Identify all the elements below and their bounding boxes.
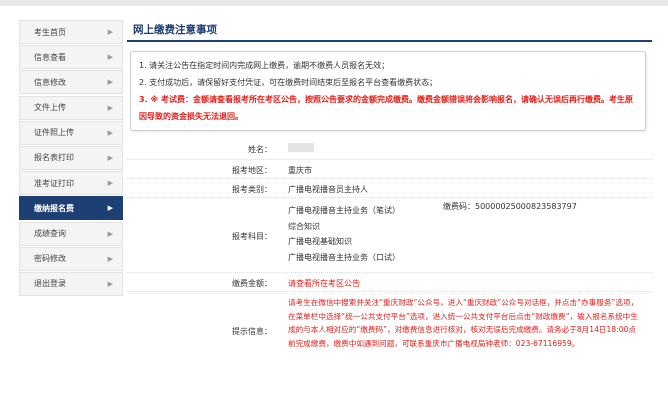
sidebar-nav: 考生首页 ▶ 信息查看 ▶ 信息修改 ▶ 文件上传 ▶ 证件照上传 ▶ 报名表打… <box>19 20 123 297</box>
subjects-list: 广播电视播音主持业务（笔试） 综合知识 广播电视基础知识 广播电视播音主持业务（… <box>288 203 400 265</box>
triangle-right-icon: ▶ <box>107 254 113 263</box>
notice-line-2: 2. 支付成功后，请保留好支付凭证，可在缴费时间结束后至报名平台查看缴费状态； <box>139 78 438 87</box>
sidebar-item-label: 密码修改 <box>34 254 66 264</box>
sidebar-item-info-view[interactable]: 信息查看 ▶ <box>19 45 123 70</box>
triangle-right-icon: ▶ <box>107 128 113 137</box>
subject-item: 综合知识 <box>288 221 320 231</box>
notice-line-1: 1. 请关注公告在指定时间内完成网上缴费，逾期不缴费人员报名无效； <box>139 61 390 70</box>
row-fee: 缴费金额： 请查看所在考区公告 <box>127 273 652 292</box>
triangle-right-icon: ▶ <box>107 179 113 188</box>
region-label: 报考地区： <box>232 166 272 175</box>
triangle-right-icon: ▶ <box>107 153 113 162</box>
subjects-label: 报考科目： <box>232 232 272 241</box>
triangle-right-icon: ▶ <box>107 53 113 62</box>
category-value: 广播电视播音员主持人 <box>288 185 368 194</box>
sidebar-item-score-query[interactable]: 成绩查询 ▶ <box>19 221 123 246</box>
sidebar-item-label: 退出登录 <box>34 279 66 289</box>
sidebar-item-home[interactable]: 考生首页 ▶ <box>19 20 123 44</box>
payment-code: 缴费码：50000025000823583797 <box>443 201 577 212</box>
row-name: 姓名： <box>127 140 652 160</box>
sidebar-item-info-edit[interactable]: 信息修改 ▶ <box>19 70 123 95</box>
hint-text: 请考生在微信中搜索并关注“重庆财政”公众号，进入“重庆财政”公众号对话框，并点击… <box>288 298 639 349</box>
row-category: 报考类别： 广播电视播音员主持人 <box>127 179 652 198</box>
main-panel: 网上缴费注意事项 1. 请关注公告在指定时间内完成网上缴费，逾期不缴费人员报名无… <box>127 20 652 131</box>
notice-box: 1. 请关注公告在指定时间内完成网上缴费，逾期不缴费人员报名无效； 2. 支付成… <box>130 51 646 131</box>
page-title: 网上缴费注意事项 <box>127 20 652 42</box>
triangle-right-icon: ▶ <box>107 78 113 87</box>
subject-item: 广播电视播音主持业务（口试） <box>288 252 400 262</box>
name-value-masked <box>288 143 314 152</box>
top-strip <box>0 0 668 6</box>
sidebar-item-form-print[interactable]: 报名表打印 ▶ <box>19 145 123 170</box>
sidebar-item-label: 信息查看 <box>34 52 66 62</box>
triangle-right-icon: ▶ <box>107 279 113 288</box>
hint-label: 提示信息： <box>232 327 272 336</box>
sidebar-item-logout[interactable]: 退出登录 ▶ <box>19 271 123 296</box>
region-value: 重庆市 <box>288 166 312 175</box>
payment-code-label: 缴费码： <box>443 202 475 211</box>
triangle-right-icon: ▶ <box>107 28 113 36</box>
notice-line-3-warning: 3. ※ 考试费：金额请查看报考所在考区公告，按照公告要求的金额完成缴费。缴费金… <box>139 95 633 121</box>
row-hint: 提示信息： 请考生在微信中搜索并关注“重庆财政”公众号，进入“重庆财政”公众号对… <box>127 292 652 372</box>
fee-value: 请查看所在考区公告 <box>288 279 360 288</box>
row-region: 报考地区： 重庆市 <box>127 160 652 179</box>
sidebar-item-label: 证件照上传 <box>34 128 74 138</box>
sidebar-item-label: 信息修改 <box>34 77 66 87</box>
fee-label: 缴费金额： <box>232 279 272 288</box>
sidebar-item-label: 文件上传 <box>34 103 66 113</box>
subject-item: 广播电视基础知识 <box>288 237 352 246</box>
row-subjects: 报考科目： 广播电视播音主持业务（笔试） 综合知识 广播电视基础知识 广播电视播… <box>127 198 652 273</box>
sidebar-item-label: 缴纳报名费 <box>34 203 74 213</box>
name-label: 姓名： <box>248 145 272 154</box>
sidebar-item-label: 准考证打印 <box>34 178 74 188</box>
sidebar-item-admission-print[interactable]: 准考证打印 ▶ <box>19 171 123 196</box>
sidebar-item-label: 考生首页 <box>34 27 66 37</box>
sidebar-item-pay-fee[interactable]: 缴纳报名费 ▶ <box>19 196 123 221</box>
sidebar-item-label: 报名表打印 <box>34 153 74 163</box>
category-label: 报考类别： <box>232 185 272 194</box>
sidebar-item-photo-upload[interactable]: 证件照上传 ▶ <box>19 120 123 145</box>
subject-item: 广播电视播音主持业务（笔试） <box>288 206 400 215</box>
triangle-right-icon: ▶ <box>107 204 113 213</box>
sidebar-item-password[interactable]: 密码修改 ▶ <box>19 246 123 271</box>
payment-code-value: 50000025000823583797 <box>475 202 577 211</box>
sidebar-item-label: 成绩查询 <box>34 229 66 238</box>
triangle-right-icon: ▶ <box>107 229 113 238</box>
sidebar-item-file-upload[interactable]: 文件上传 ▶ <box>19 95 123 120</box>
triangle-right-icon: ▶ <box>107 103 113 112</box>
